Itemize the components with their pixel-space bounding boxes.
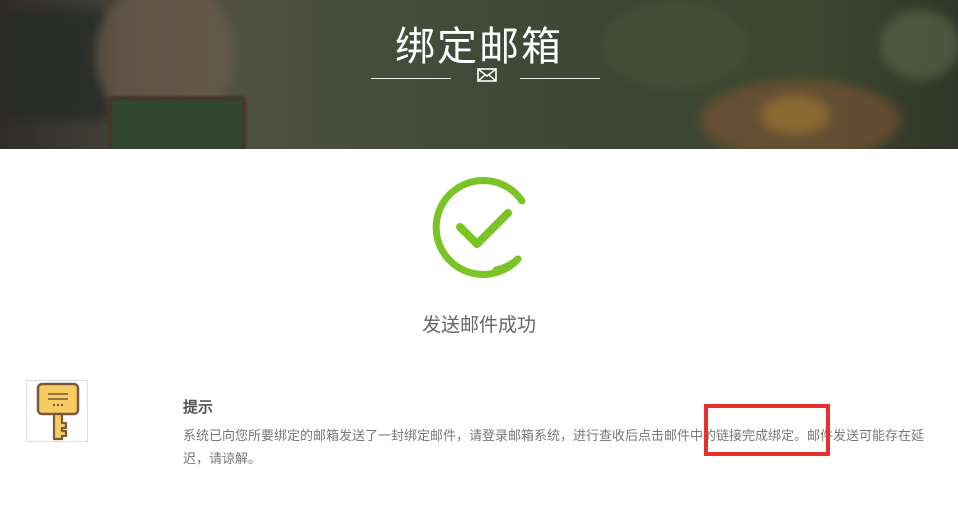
header-banner: 绑定邮箱 [0,0,958,149]
title-divider-right [520,78,600,79]
tip-icon-box [26,380,88,442]
page-title: 绑定邮箱 [395,24,563,70]
tip-title: 提示 [183,398,214,416]
key-icon [36,382,80,441]
title-divider-left [371,78,451,79]
check-circle-icon [432,176,526,278]
annotation-highlight-box [704,404,830,456]
success-message: 发送邮件成功 [421,314,536,336]
envelope-icon [477,68,497,82]
